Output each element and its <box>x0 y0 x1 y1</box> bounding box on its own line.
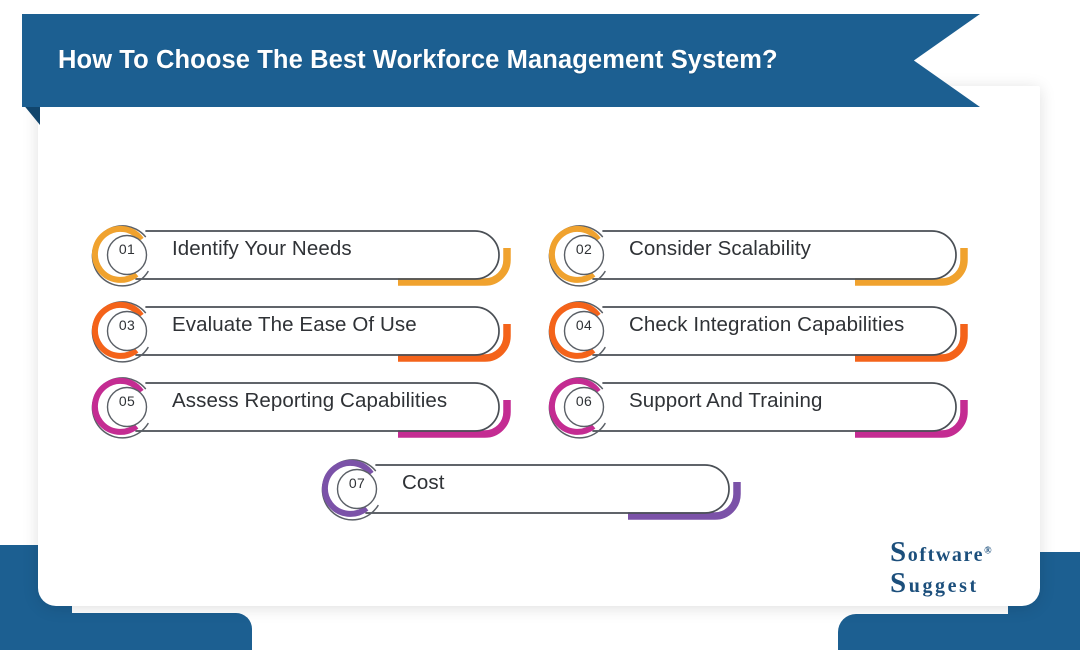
step-label-06: Support And Training <box>629 389 823 412</box>
step-item-01[interactable]: 01 Identify Your Needs <box>90 212 527 287</box>
brand-logo: Software® Suggest <box>890 538 992 598</box>
step-item-05[interactable]: 05 Assess Reporting Capabilities <box>90 364 527 439</box>
step-badge-inner-circle-06 <box>563 386 605 428</box>
registered-mark-icon: ® <box>984 545 992 557</box>
step-label-05: Assess Reporting Capabilities <box>172 389 448 412</box>
step-graphic-07 <box>321 459 741 521</box>
step-item-03[interactable]: 03 Evaluate The Ease Of Use <box>90 288 527 363</box>
logo-word-suggest: uggest <box>908 575 979 597</box>
infographic-canvas: How To Choose The Best Workforce Managem… <box>0 0 1080 650</box>
step-badge-inner-circle-01 <box>106 234 148 276</box>
step-label-01: Identify Your Needs <box>172 237 352 260</box>
decor-band-bottom-left-horizontal <box>0 613 252 650</box>
logo-line-1: Software® <box>890 538 992 567</box>
steps-container: 01 Identify Your Needs 02 Consider Scalabil… <box>38 86 1040 606</box>
step-accent-arc-06 <box>855 400 968 438</box>
step-item-07[interactable]: 07 Cost <box>320 446 757 521</box>
step-accent-arc-07 <box>628 482 741 520</box>
step-badge-inner-circle-03 <box>106 310 148 352</box>
logo-cap-s2: S <box>890 567 909 599</box>
logo-line-2: Suggest <box>890 569 992 598</box>
step-accent-arc-01 <box>398 248 511 286</box>
step-label-07: Cost <box>402 471 445 494</box>
logo-cap-s1: S <box>890 536 908 568</box>
step-label-02: Consider Scalability <box>629 237 812 260</box>
step-item-02[interactable]: 02 Consider Scalability <box>547 212 984 287</box>
step-badge-inner-circle-02 <box>563 234 605 276</box>
step-badge-inner-circle-04 <box>563 310 605 352</box>
step-accent-arc-02 <box>855 248 968 286</box>
step-label-03: Evaluate The Ease Of Use <box>172 313 417 336</box>
step-item-06[interactable]: 06 Support And Training <box>547 364 984 439</box>
decor-band-bottom-right-horizontal <box>838 614 1080 650</box>
step-item-04[interactable]: 04 Check Integration Capabilities <box>547 288 984 363</box>
step-label-04: Check Integration Capabilities <box>629 313 905 336</box>
step-badge-inner-circle-05 <box>106 386 148 428</box>
step-badge-inner-circle-07 <box>336 468 378 510</box>
logo-word-software: oftware <box>907 544 985 566</box>
